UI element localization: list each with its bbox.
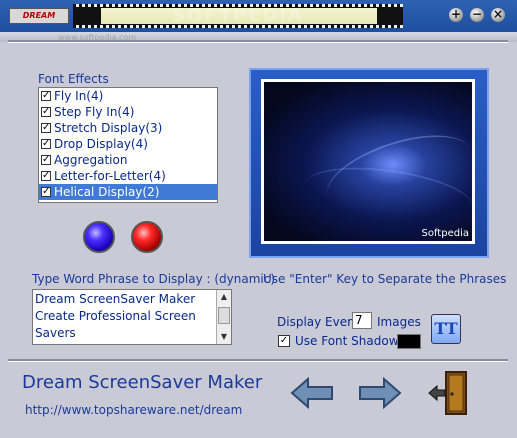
list-item-label: Stretch Display(3) <box>54 121 163 135</box>
list-item-step-fly-in[interactable]: ✓ Step Fly In(4) <box>39 104 217 120</box>
list-item-label: Helical Display(2) <box>54 185 160 199</box>
checkbox[interactable]: ✓ <box>41 155 51 165</box>
title-film-strip: SOFTPEDIA <box>73 4 403 28</box>
scroll-up-icon[interactable]: ▲ <box>217 290 231 304</box>
list-item-label: Aggregation <box>54 153 128 167</box>
use-font-shadow-checkbox[interactable]: ✓ <box>278 335 290 347</box>
watermark-text: SOFTPEDIA <box>172 5 304 26</box>
phrase-label: Type Word Phrase to Display : (dynamic) <box>32 272 276 286</box>
back-arrow-icon[interactable] <box>290 377 334 409</box>
scroll-down-icon[interactable]: ▼ <box>217 330 231 344</box>
use-font-shadow-label: Use Font Shadow <box>295 334 399 348</box>
list-item-letter-for-letter[interactable]: ✓ Letter-for-Letter(4) <box>39 168 217 184</box>
shadow-color-swatch[interactable] <box>397 334 421 349</box>
exit-door-icon[interactable] <box>428 370 468 416</box>
preview-watermark: Softpedia <box>421 228 470 239</box>
top-divider <box>8 40 508 43</box>
list-item-label: Letter-for-Letter(4) <box>54 169 166 183</box>
display-every-input[interactable]: 7 <box>352 312 372 329</box>
forward-arrow-icon[interactable] <box>358 377 402 409</box>
checkbox[interactable]: ✓ <box>41 187 51 197</box>
app-logo: DREAM <box>9 8 69 24</box>
phrase-textarea[interactable]: Dream ScreenSaver Maker Create Professio… <box>32 289 232 345</box>
minimize-button[interactable]: − <box>470 8 484 22</box>
app-window: DREAM SOFTPEDIA + − × www.softpedia.com … <box>0 0 517 438</box>
images-label: Images <box>377 315 421 329</box>
preview-border: Softpedia <box>261 79 475 244</box>
scroll-thumb[interactable] <box>218 307 230 324</box>
font-effects-list[interactable]: ✓ Fly In(4) ✓ Step Fly In(4) ✓ Stretch Disp… <box>38 87 218 203</box>
preview-frame: Softpedia <box>249 68 489 258</box>
list-item-label: Step Fly In(4) <box>54 105 135 119</box>
list-item-drop-display[interactable]: ✓ Drop Display(4) <box>39 136 217 152</box>
red-orb-button[interactable] <box>131 221 163 253</box>
close-button[interactable]: × <box>491 8 505 22</box>
blue-orb-button[interactable] <box>83 221 115 253</box>
font-effects-label: Font Effects <box>38 72 109 86</box>
title-bar[interactable]: DREAM SOFTPEDIA + − × <box>0 0 517 32</box>
phrase-hint: Use "Enter" Key to Separate the Phrases <box>263 272 507 286</box>
website-url[interactable]: http://www.topshareware.net/dream <box>25 403 242 417</box>
list-item-helical-display[interactable]: ✓ Helical Display(2) <box>39 184 217 200</box>
font-settings-button[interactable]: TT <box>431 314 461 344</box>
list-item-stretch-display[interactable]: ✓ Stretch Display(3) <box>39 120 217 136</box>
display-every-label: Display Every <box>277 315 360 329</box>
app-name: Dream ScreenSaver Maker <box>22 372 263 393</box>
list-item-aggregation[interactable]: ✓ Aggregation <box>39 152 217 168</box>
checkbox[interactable]: ✓ <box>41 171 51 181</box>
phrase-text[interactable]: Dream ScreenSaver Maker Create Professio… <box>35 291 213 342</box>
preview-image: Softpedia <box>264 82 472 241</box>
checkbox[interactable]: ✓ <box>41 139 51 149</box>
checkbox[interactable]: ✓ <box>41 107 51 117</box>
list-item-label: Drop Display(4) <box>54 137 148 151</box>
list-item-fly-in[interactable]: ✓ Fly In(4) <box>39 88 217 104</box>
textarea-scrollbar[interactable]: ▲ ▼ <box>216 290 231 344</box>
checkbox[interactable]: ✓ <box>41 123 51 133</box>
maximize-button[interactable]: + <box>449 8 463 22</box>
checkbox[interactable]: ✓ <box>41 91 51 101</box>
list-item-label: Fly In(4) <box>54 89 104 103</box>
bottom-divider <box>8 359 508 362</box>
